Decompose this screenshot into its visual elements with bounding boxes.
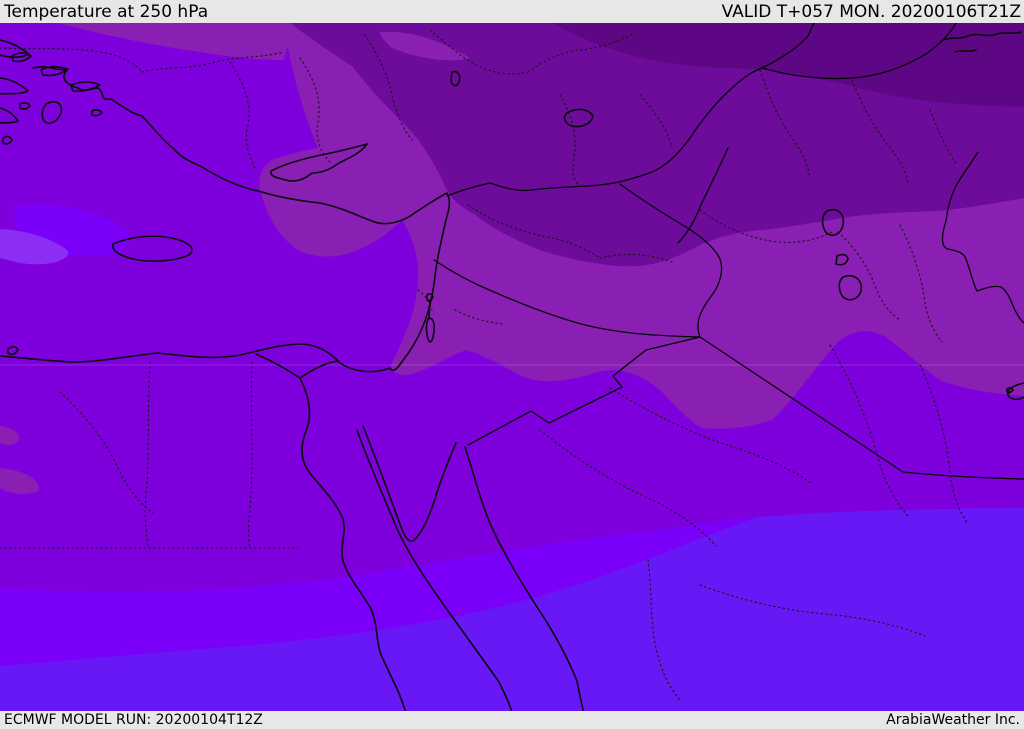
provider-label: ArabiaWeather Inc. [886,712,1020,728]
footer-bar: ECMWF MODEL RUN: 20200104T12Z ArabiaWeat… [0,711,1024,729]
temperature-map [0,0,1024,729]
weather-map-screenshot: Temperature at 250 hPa VALID T+057 MON. … [0,0,1024,729]
header-bar: Temperature at 250 hPa VALID T+057 MON. … [0,0,1024,23]
model-run-label: ECMWF MODEL RUN: 20200104T12Z [4,712,263,728]
jordan-river [428,299,431,319]
valid-time-label: VALID T+057 MON. 20200106T21Z [721,2,1021,22]
map-title: Temperature at 250 hPa [4,2,209,22]
